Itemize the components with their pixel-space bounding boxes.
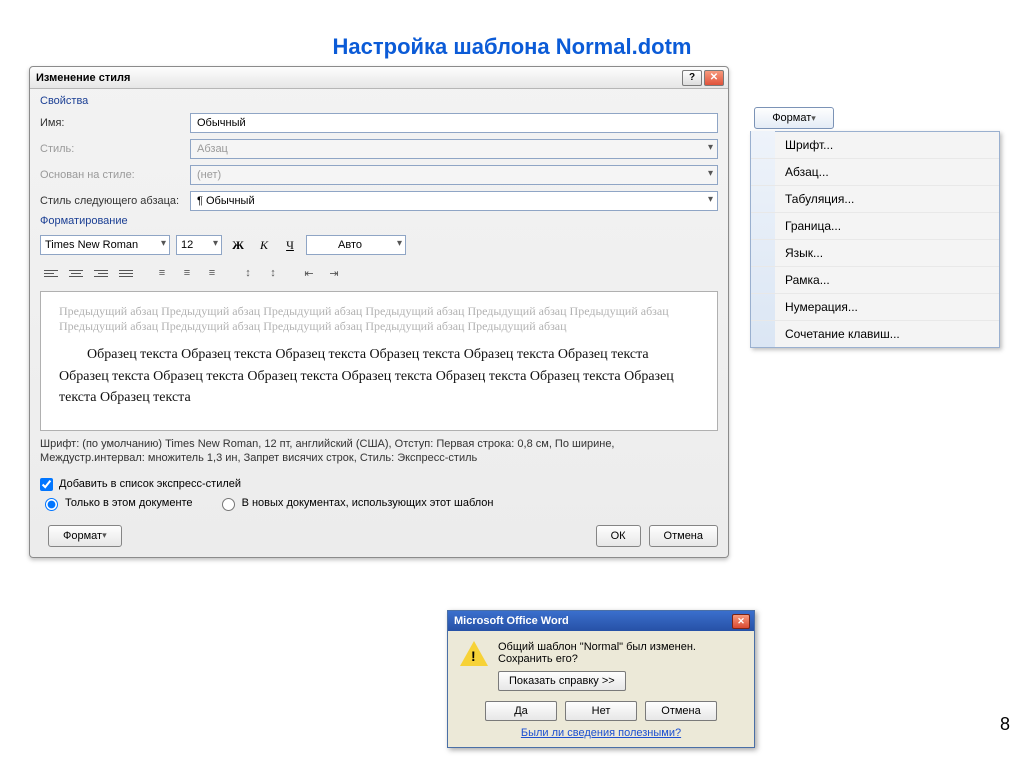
no-button[interactable]: Нет	[565, 701, 637, 721]
italic-button[interactable]: К	[254, 235, 274, 255]
select-based-on: (нет)	[190, 165, 718, 185]
save-prompt-title: Microsoft Office Word	[454, 615, 569, 627]
menu-item-language[interactable]: Язык...	[751, 240, 999, 267]
help-button[interactable]: ?	[682, 70, 702, 86]
font-size-value: 12	[181, 239, 193, 251]
menu-item-shortcut[interactable]: Сочетание клавиш...	[751, 321, 999, 347]
font-color-value: Авто	[338, 239, 362, 251]
modify-style-dialog: Изменение стиля ? ✕ Свойства Имя: Обычны…	[29, 66, 729, 558]
ok-button[interactable]: ОК	[596, 525, 641, 547]
line-spacing-15-icon[interactable]: ≡	[176, 263, 198, 283]
font-family-value: Times New Roman	[45, 239, 138, 251]
slide-title: Настройка шаблона Normal.dotm	[0, 34, 1024, 60]
feedback-link[interactable]: Были ли сведения полезными?	[460, 727, 742, 739]
preview-sample-text: Образец текста Образец текста Образец те…	[59, 344, 699, 409]
select-next-style[interactable]: ¶ Обычный	[190, 191, 718, 211]
radio-new-documents-label: В новых документах, использующих этот ша…	[242, 497, 494, 509]
value-based-on: (нет)	[197, 169, 221, 181]
font-color-select[interactable]: Авто	[306, 235, 406, 255]
select-style: Абзац	[190, 139, 718, 159]
menu-item-font[interactable]: Шрифт...	[751, 132, 999, 159]
add-to-quick-styles-label: Добавить в список экспресс-стилей	[59, 478, 241, 490]
align-justify-icon[interactable]	[115, 263, 137, 283]
section-formatting: Форматирование	[40, 215, 718, 227]
value-style: Абзац	[197, 143, 228, 155]
menu-item-tabs[interactable]: Табуляция...	[751, 186, 999, 213]
label-style: Стиль:	[40, 143, 190, 155]
font-size-select[interactable]: 12	[176, 235, 222, 255]
space-before-inc-icon[interactable]: ↕	[237, 263, 259, 283]
indent-decrease-icon[interactable]: ⇤	[298, 263, 320, 283]
close-button[interactable]: ✕	[704, 70, 724, 86]
preview-panel: Предыдущий абзац Предыдущий абзац Предыд…	[40, 291, 718, 431]
save-prompt-titlebar[interactable]: Microsoft Office Word ✕	[448, 611, 754, 631]
page-number: 8	[1000, 714, 1010, 735]
dialog-titlebar[interactable]: Изменение стиля ? ✕	[30, 67, 728, 89]
format-menu: Формат Шрифт... Абзац... Табуляция... Гр…	[750, 107, 1000, 348]
menu-item-border[interactable]: Граница...	[751, 213, 999, 240]
line-spacing-2-icon[interactable]: ≡	[201, 263, 223, 283]
prompt-cancel-button[interactable]: Отмена	[645, 701, 717, 721]
space-before-dec-icon[interactable]: ↕	[262, 263, 284, 283]
label-next: Стиль следующего абзаца:	[40, 195, 190, 207]
value-name: Обычный	[197, 117, 246, 129]
radio-only-document-label: Только в этом документе	[65, 497, 193, 509]
style-summary: Шрифт: (по умолчанию) Times New Roman, 1…	[40, 437, 718, 466]
save-prompt-message: Общий шаблон "Normal" был изменен. Сохра…	[498, 641, 742, 665]
show-help-button[interactable]: Показать справку >>	[498, 671, 626, 691]
warning-icon	[460, 641, 488, 669]
save-prompt-dialog: Microsoft Office Word ✕ Общий шаблон "No…	[447, 610, 755, 748]
value-next: ¶ Обычный	[197, 195, 255, 207]
add-to-quick-styles-checkbox[interactable]	[40, 478, 53, 491]
format-dropdown-button[interactable]: Формат	[48, 525, 122, 547]
preview-previous-paragraph: Предыдущий абзац Предыдущий абзац Предыд…	[59, 304, 699, 334]
label-name: Имя:	[40, 117, 190, 129]
section-properties: Свойства	[40, 95, 718, 107]
cancel-button[interactable]: Отмена	[649, 525, 718, 547]
format-menu-panel: Шрифт... Абзац... Табуляция... Граница..…	[750, 131, 1000, 348]
underline-button[interactable]: Ч	[280, 235, 300, 255]
line-spacing-1-icon[interactable]: ≡	[151, 263, 173, 283]
radio-only-document[interactable]: Только в этом документе	[40, 495, 193, 511]
dialog-title: Изменение стиля	[36, 72, 680, 84]
yes-button[interactable]: Да	[485, 701, 557, 721]
label-based-on: Основан на стиле:	[40, 169, 190, 181]
align-left-icon[interactable]	[40, 263, 62, 283]
font-family-select[interactable]: Times New Roman	[40, 235, 170, 255]
align-right-icon[interactable]	[90, 263, 112, 283]
indent-increase-icon[interactable]: ⇥	[323, 263, 345, 283]
input-name[interactable]: Обычный	[190, 113, 718, 133]
align-center-icon[interactable]	[65, 263, 87, 283]
menu-item-frame[interactable]: Рамка...	[751, 267, 999, 294]
format-menu-button[interactable]: Формат	[754, 107, 834, 129]
bold-button[interactable]: Ж	[228, 235, 248, 255]
menu-item-paragraph[interactable]: Абзац...	[751, 159, 999, 186]
radio-new-documents[interactable]: В новых документах, использующих этот ша…	[217, 495, 494, 511]
close-icon[interactable]: ✕	[732, 614, 750, 629]
menu-item-numbering[interactable]: Нумерация...	[751, 294, 999, 321]
